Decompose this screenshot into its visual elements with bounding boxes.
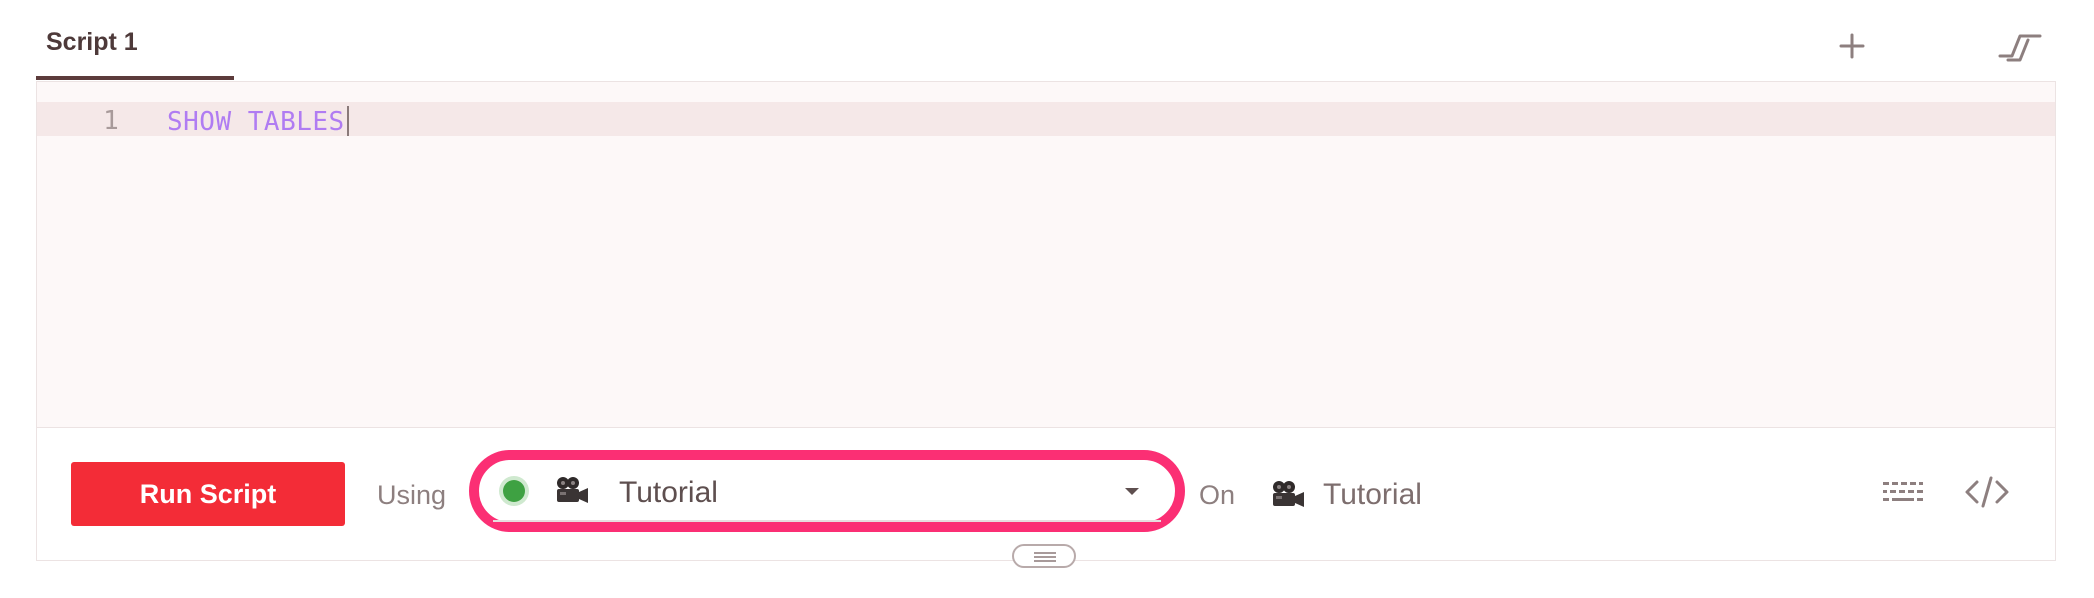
handle-grip-line <box>1034 560 1056 562</box>
run-script-button[interactable]: Run Script <box>71 462 345 526</box>
script-toolbar: Run Script Using Tutorial On Tutorial <box>37 428 2055 560</box>
movie-camera-icon <box>1271 480 1305 510</box>
using-label: Using <box>377 480 447 510</box>
code-icon[interactable] <box>1963 472 2011 512</box>
keyboard-icon[interactable] <box>1879 472 1927 512</box>
plus-icon[interactable] <box>1832 26 1872 66</box>
line-number: 1 <box>103 106 119 136</box>
database-select-field: Tutorial <box>493 466 1161 522</box>
drag-handle-icon[interactable] <box>1012 544 1076 568</box>
sql-keyword: SHOW TABLES <box>167 107 345 137</box>
database-select[interactable]: Tutorial <box>469 450 1185 532</box>
target-database: Tutorial <box>1323 478 1422 511</box>
active-tab-indicator <box>36 76 234 80</box>
script-editor-page: Script 1 1 SHOW TABLES Run Script Using … <box>0 0 2094 598</box>
on-label: On <box>1199 480 1236 510</box>
tab-label: Script 1 <box>46 28 138 56</box>
text-cursor <box>346 106 349 136</box>
collapse-panel-icon[interactable] <box>1996 26 2044 66</box>
tab-script-1[interactable]: Script 1 <box>36 0 234 80</box>
code-editor[interactable]: 1 SHOW TABLES <box>37 82 2055 428</box>
selected-database: Tutorial <box>619 476 718 509</box>
handle-grip-line <box>1034 556 1056 558</box>
chevron-down-icon[interactable] <box>1125 488 1139 495</box>
script-card: 1 SHOW TABLES Run Script Using Tutorial … <box>36 81 2056 561</box>
handle-grip-line <box>1034 552 1056 554</box>
code-line-1[interactable]: 1 SHOW TABLES <box>37 102 2055 137</box>
tab-bar: Script 1 <box>36 0 2056 80</box>
movie-camera-icon <box>555 476 589 506</box>
status-dot-icon <box>503 480 525 502</box>
code-line-text[interactable]: SHOW TABLES <box>167 106 349 137</box>
